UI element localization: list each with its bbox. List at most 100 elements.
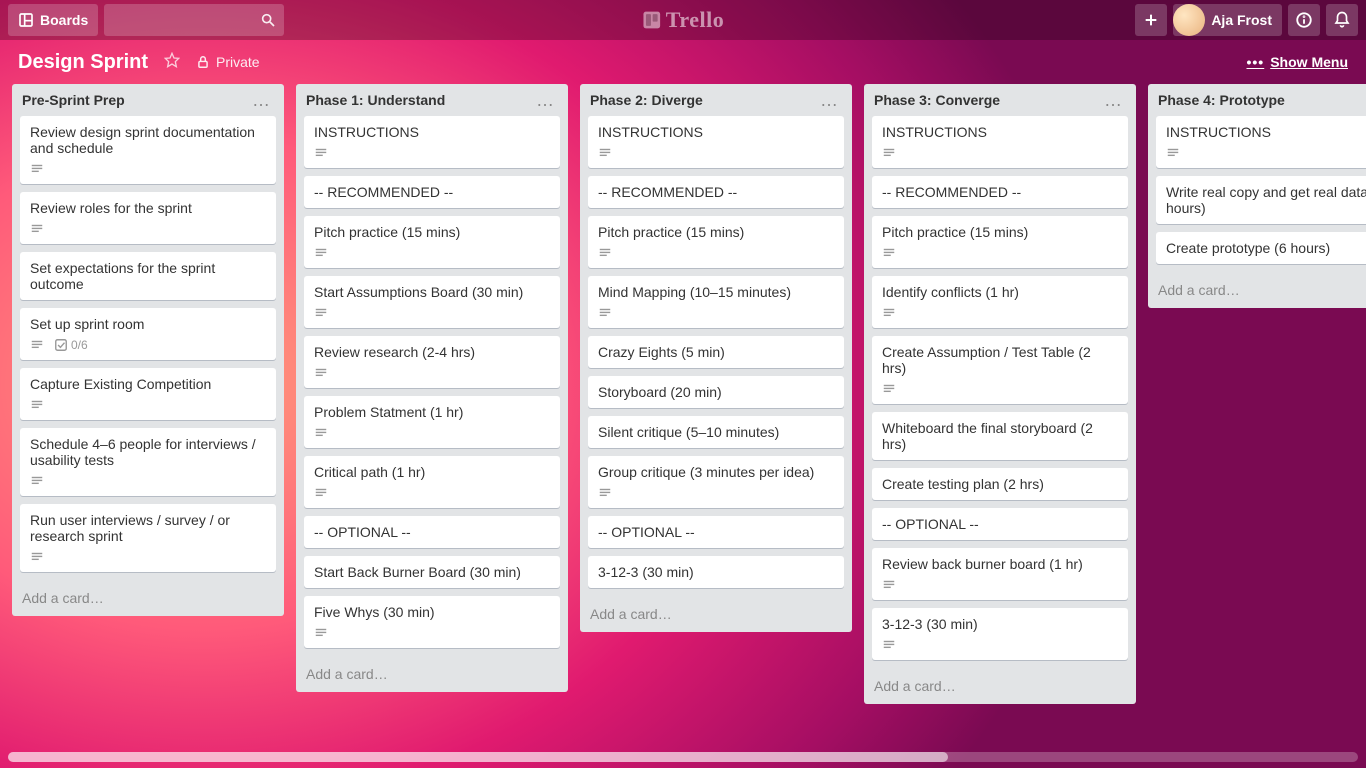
description-badge [882, 382, 896, 396]
card[interactable]: -- OPTIONAL -- [588, 516, 844, 548]
card[interactable]: INSTRUCTIONS [1156, 116, 1366, 168]
card[interactable]: Whiteboard the final storyboard (2 hrs) [872, 412, 1128, 460]
card-badges [882, 578, 1118, 592]
list-title[interactable]: Phase 3: Converge [874, 92, 1100, 108]
card[interactable]: Create testing plan (2 hrs) [872, 468, 1128, 500]
list-menu-button[interactable]: … [248, 96, 274, 104]
card[interactable]: Crazy Eights (5 min) [588, 336, 844, 368]
description-badge [882, 578, 896, 592]
card[interactable]: Pitch practice (15 mins) [872, 216, 1128, 268]
card[interactable]: INSTRUCTIONS [872, 116, 1128, 168]
star-button[interactable] [164, 52, 180, 73]
description-icon [30, 338, 44, 352]
top-bar: Boards Trello Aja Frost [0, 0, 1366, 40]
add-card-button[interactable]: Add a card… [864, 670, 1136, 704]
list-menu-button[interactable]: … [532, 96, 558, 104]
card[interactable]: Problem Statment (1 hr) [304, 396, 560, 448]
add-card-button[interactable]: Add a card… [1148, 274, 1366, 308]
card-list[interactable]: INSTRUCTIONS -- RECOMMENDED -- Pitch pract… [296, 116, 568, 658]
create-button[interactable] [1135, 4, 1167, 36]
board-canvas[interactable]: Pre-Sprint Prep…Review design sprint doc… [0, 84, 1366, 768]
list-title[interactable]: Phase 2: Diverge [590, 92, 816, 108]
list-menu-button[interactable]: … [816, 96, 842, 104]
card[interactable]: Critical path (1 hr) [304, 456, 560, 508]
list-title[interactable]: Phase 1: Understand [306, 92, 532, 108]
card[interactable]: Silent critique (5–10 minutes) [588, 416, 844, 448]
card[interactable]: Run user interviews / survey / or resear… [20, 504, 276, 572]
card[interactable]: Start Assumptions Board (30 min) [304, 276, 560, 328]
list-title[interactable]: Phase 4: Prototype [1158, 92, 1366, 108]
bell-icon [1333, 11, 1351, 29]
user-menu[interactable]: Aja Frost [1173, 4, 1282, 36]
card-badges [598, 306, 834, 320]
card-badges [314, 366, 550, 380]
card[interactable]: Review research (2-4 hrs) [304, 336, 560, 388]
card-list[interactable]: INSTRUCTIONS Write real copy and get real… [1148, 116, 1366, 274]
search-input[interactable] [104, 4, 284, 36]
list: Phase 4: Prototype…INSTRUCTIONSWrite rea… [1148, 84, 1366, 308]
list-menu-button[interactable]: … [1100, 96, 1126, 104]
card[interactable]: -- OPTIONAL -- [304, 516, 560, 548]
card[interactable]: -- RECOMMENDED -- [304, 176, 560, 208]
card[interactable]: Capture Existing Competition [20, 368, 276, 420]
description-icon [314, 246, 328, 260]
card[interactable]: Storyboard (20 min) [588, 376, 844, 408]
board-title[interactable]: Design Sprint [18, 51, 148, 74]
star-icon [164, 52, 180, 68]
card[interactable]: INSTRUCTIONS [588, 116, 844, 168]
notifications-button[interactable] [1326, 4, 1358, 36]
add-card-button[interactable]: Add a card… [12, 582, 284, 616]
card-title: INSTRUCTIONS [882, 124, 1118, 140]
card-badges [882, 246, 1118, 260]
card[interactable]: Schedule 4–6 people for interviews / usa… [20, 428, 276, 496]
card-title: Set expectations for the sprint outcome [30, 260, 266, 292]
card[interactable]: Review back burner board (1 hr) [872, 548, 1128, 600]
card[interactable]: INSTRUCTIONS [304, 116, 560, 168]
info-button[interactable] [1288, 4, 1320, 36]
card[interactable]: -- OPTIONAL -- [872, 508, 1128, 540]
list-title[interactable]: Pre-Sprint Prep [22, 92, 248, 108]
add-card-button[interactable]: Add a card… [580, 598, 852, 632]
card[interactable]: Review design sprint documentation and s… [20, 116, 276, 184]
card[interactable]: Create prototype (6 hours) [1156, 232, 1366, 264]
card[interactable]: Write real copy and get real data (6 hou… [1156, 176, 1366, 224]
card[interactable]: -- RECOMMENDED -- [872, 176, 1128, 208]
scrollbar-thumb[interactable] [8, 752, 948, 762]
card[interactable]: 3-12-3 (30 min) [588, 556, 844, 588]
card[interactable]: Set expectations for the sprint outcome [20, 252, 276, 300]
card-list[interactable]: INSTRUCTIONS -- RECOMMENDED -- Pitch pract… [864, 116, 1136, 670]
description-icon [1166, 146, 1180, 160]
card[interactable]: Start Back Burner Board (30 min) [304, 556, 560, 588]
boards-button[interactable]: Boards [8, 4, 98, 36]
card[interactable]: Pitch practice (15 mins) [588, 216, 844, 268]
card-title: Identify conflicts (1 hr) [882, 284, 1118, 300]
show-menu-button[interactable]: ••• Show Menu [1247, 54, 1349, 70]
card[interactable]: Five Whys (30 min) [304, 596, 560, 648]
description-badge [1166, 146, 1180, 160]
card[interactable]: Identify conflicts (1 hr) [872, 276, 1128, 328]
card[interactable]: -- RECOMMENDED -- [588, 176, 844, 208]
add-card-button[interactable]: Add a card… [296, 658, 568, 692]
description-icon [882, 578, 896, 592]
card-title: Schedule 4–6 people for interviews / usa… [30, 436, 266, 468]
card-list[interactable]: INSTRUCTIONS -- RECOMMENDED -- Pitch pract… [580, 116, 852, 598]
privacy-button[interactable]: Private [196, 54, 260, 70]
description-icon [598, 486, 612, 500]
card-badges [882, 146, 1118, 160]
card[interactable]: Pitch practice (15 mins) [304, 216, 560, 268]
card[interactable]: Create Assumption / Test Table (2 hrs) [872, 336, 1128, 404]
brand-logo[interactable]: Trello [642, 0, 724, 40]
card-title: Crazy Eights (5 min) [598, 344, 834, 360]
list-header: Phase 1: Understand… [296, 84, 568, 116]
boards-label: Boards [40, 12, 88, 28]
card-list[interactable]: Review design sprint documentation and s… [12, 116, 284, 582]
card[interactable]: Set up sprint room0/6 [20, 308, 276, 360]
show-menu-label: Show Menu [1270, 54, 1348, 70]
card[interactable]: Group critique (3 minutes per idea) [588, 456, 844, 508]
horizontal-scrollbar[interactable] [8, 752, 1358, 762]
card-title: Review research (2-4 hrs) [314, 344, 550, 360]
card[interactable]: 3-12-3 (30 min) [872, 608, 1128, 660]
description-badge [882, 306, 896, 320]
card[interactable]: Mind Mapping (10–15 minutes) [588, 276, 844, 328]
card[interactable]: Review roles for the sprint [20, 192, 276, 244]
